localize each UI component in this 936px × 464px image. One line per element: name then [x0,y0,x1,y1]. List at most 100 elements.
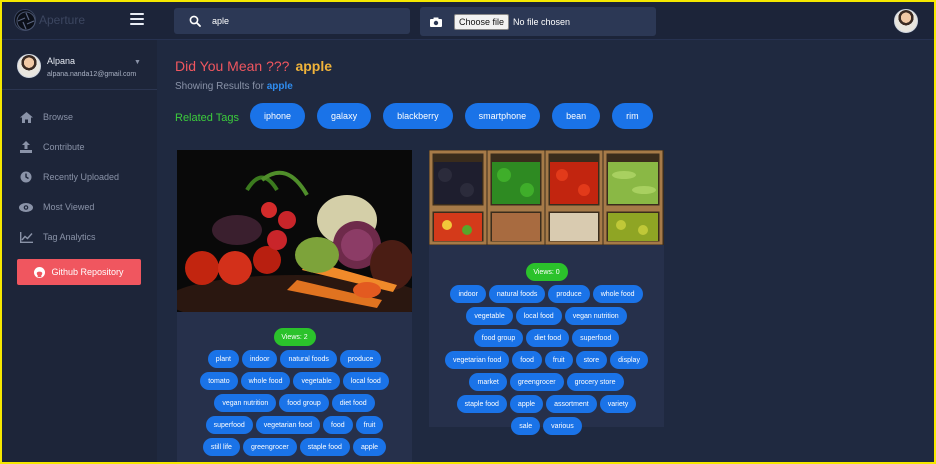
tag-chip[interactable]: diet food [526,329,570,347]
aperture-logo-icon [14,9,36,31]
tag-chip[interactable]: vegetable [293,372,340,390]
tag-chip[interactable]: variety [599,395,637,413]
result-image[interactable] [429,150,664,245]
logo[interactable]: Aperture [14,9,85,31]
file-status: No file chosen [513,16,571,27]
tag-chip[interactable]: vegan nutrition [564,307,627,325]
eye-icon [19,201,33,213]
query-text: apple [266,81,293,92]
sidebar-item-label: Recently Uploaded [43,172,120,182]
related-tags: Related Tags iphone galaxy blackberry sm… [175,103,665,129]
tag-chip[interactable]: natural foods [488,285,546,303]
related-tag[interactable]: galaxy [317,103,372,129]
related-tag[interactable]: rim [612,103,653,129]
did-you-mean-label: Did You Mean ??? [175,58,290,74]
sidebar: Alpana alpana.nanda12@gmail.com ▼ Browse… [2,40,157,462]
tag-chip[interactable]: staple food [456,395,507,413]
choose-file-button[interactable]: Choose file [454,13,510,30]
github-label: Github Repository [51,267,124,277]
avatar[interactable] [894,9,918,33]
github-repository-button[interactable]: Github Repository [17,259,141,285]
result-image[interactable] [177,150,412,312]
tag-chip[interactable]: vegetarian food [255,416,321,434]
tag-chip[interactable]: diet food [331,394,375,412]
sidebar-item-most-viewed[interactable]: Most Viewed [2,192,157,222]
sidebar-item-browse[interactable]: Browse [2,102,157,132]
top-bar: Aperture Choose file No f [2,2,934,40]
tag-chip[interactable]: food group [279,394,329,412]
sidebar-item-label: Contribute [43,142,85,152]
tag-chip[interactable]: produce [548,285,590,303]
tag-chip[interactable]: local food [515,307,562,325]
profile-avatar [17,54,41,78]
image-upload: Choose file No file chosen [420,7,656,36]
tag-chip[interactable]: display [610,351,648,369]
tag-chip[interactable]: superfood [205,416,253,434]
sidebar-item-recently-uploaded[interactable]: Recently Uploaded [2,162,157,192]
suggestion-link[interactable]: apple [295,58,332,74]
tag-chip[interactable]: sale [511,417,541,435]
upload-icon [19,141,33,153]
related-tag[interactable]: blackberry [383,103,453,129]
tag-chip[interactable]: store [575,351,608,369]
tag-chip[interactable]: grocery store [566,373,624,391]
showing-prefix: Showing Results for [175,81,264,92]
tag-list: indoor natural foods produce whole food … [429,281,664,435]
app-frame: Aperture Choose file No f [2,2,934,462]
tag-chip[interactable]: natural foods [280,350,337,368]
did-you-mean: Did You Mean ??? apple [175,58,332,74]
tag-chip[interactable]: food [323,416,353,434]
app-name: Aperture [39,13,86,27]
tag-chip[interactable]: food [512,351,542,369]
tag-chip[interactable]: still life [202,438,240,456]
tag-chip[interactable]: apple [352,438,387,456]
tag-chip[interactable]: produce [339,350,382,368]
tag-list: plant indoor natural foods produce tomat… [177,346,412,456]
github-icon [34,266,46,278]
tag-chip[interactable]: superfood [572,329,620,347]
tag-chip[interactable]: plant [207,350,239,368]
user-profile[interactable]: Alpana alpana.nanda12@gmail.com ▼ [2,40,157,90]
tag-chip[interactable]: whole food [592,285,643,303]
tag-chip[interactable]: indoor [450,285,486,303]
views-badge: Views: 0 [525,263,568,281]
result-card: Views: 2 plant indoor natural foods prod… [177,150,412,462]
tag-chip[interactable]: market [469,373,507,391]
sidebar-nav: Browse Contribute Recently Uploaded Most… [2,102,157,252]
camera-icon [430,17,444,27]
tag-chip[interactable]: vegetable [466,307,513,325]
tag-chip[interactable]: various [543,417,582,435]
related-tag[interactable]: bean [552,103,601,129]
sidebar-item-contribute[interactable]: Contribute [2,132,157,162]
chevron-down-icon[interactable]: ▼ [134,59,141,66]
tag-chip[interactable]: tomato [200,372,238,390]
views-badge: Views: 2 [273,328,316,346]
tag-chip[interactable]: assortment [546,395,597,413]
tag-chip[interactable]: staple food [299,438,350,456]
tag-chip[interactable]: fruit [355,416,384,434]
search-input[interactable] [212,16,392,26]
related-tags-label: Related Tags [175,112,240,124]
sidebar-item-label: Tag Analytics [43,232,96,242]
tag-chip[interactable]: fruit [544,351,573,369]
search-icon[interactable] [182,15,208,27]
related-tag[interactable]: smartphone [464,103,541,129]
main-content: Did You Mean ??? apple Showing Results fo… [157,40,934,462]
tag-chip[interactable]: vegan nutrition [214,394,277,412]
tag-chip[interactable]: local food [342,372,389,390]
menu-toggle-icon[interactable] [130,13,144,25]
tag-chip[interactable]: indoor [241,350,278,368]
tag-chip[interactable]: greengrocer [509,373,564,391]
tag-chip[interactable]: vegetarian food [445,351,510,369]
related-tag[interactable]: iphone [250,103,306,129]
tag-chip[interactable]: food group [473,329,524,347]
tag-chip[interactable]: greengrocer [242,438,297,456]
user-name: Alpana [47,56,76,66]
clock-icon [19,171,33,183]
user-email: alpana.nanda12@gmail.com [47,71,137,78]
tag-chip[interactable]: apple [509,395,544,413]
sidebar-item-label: Browse [43,112,74,122]
sidebar-item-tag-analytics[interactable]: Tag Analytics [2,222,157,252]
result-card: Views: 0 indoor natural foods produce wh… [429,150,664,435]
tag-chip[interactable]: whole food [240,372,291,390]
